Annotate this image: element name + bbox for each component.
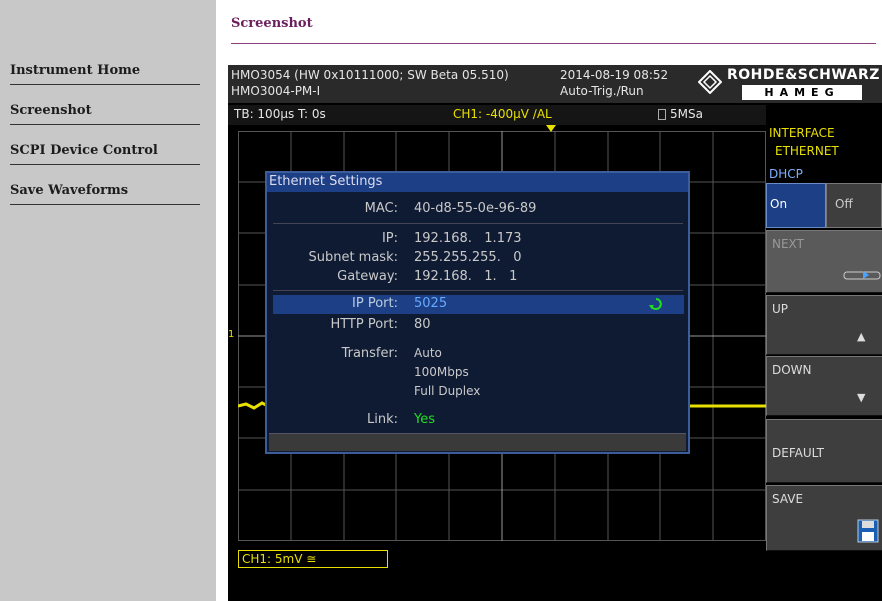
dialog-title: Ethernet Settings	[269, 174, 383, 189]
transfer-mode: Auto	[414, 346, 442, 360]
sidebar-item-save-waveforms[interactable]: Save Waveforms	[10, 183, 200, 205]
menu-title: INTERFACE	[769, 126, 835, 140]
ethernet-settings-dialog: Ethernet Settings MAC: 40-d8-55-0e-96-89…	[265, 171, 690, 454]
channel-1-scale: CH1: 5mV ≅	[242, 552, 317, 566]
subnet-label: Subnet mask:	[308, 250, 398, 265]
scope-info-bar: HMO3054 (HW 0x10111000; SW Beta 05.510) …	[228, 65, 882, 103]
dhcp-on-label: On	[770, 197, 788, 211]
sidebar-item-label: Instrument Home	[10, 63, 141, 78]
default-button[interactable]: DEFAULT	[766, 419, 882, 483]
http-port-label: HTTP Port:	[330, 317, 398, 332]
next-button[interactable]: NEXT	[766, 230, 882, 293]
sidebar-item-instrument-home[interactable]: Instrument Home	[10, 63, 200, 85]
save-label: SAVE	[772, 492, 804, 506]
datetime: 2014-08-19 08:52	[560, 68, 669, 82]
rotary-knob-icon	[649, 298, 662, 310]
link-status: Yes	[414, 412, 435, 427]
up-button[interactable]: UP ▲	[766, 295, 882, 355]
sample-rate-readout: 5MSa	[670, 107, 703, 121]
mac-value: 40-d8-55-0e-96-89	[414, 201, 537, 216]
model-variant: HMO3004-PM-I	[231, 84, 321, 98]
scope-status-bar: TB: 100µs T: 0s CH1: -400µV ∕AL 5MSa	[228, 105, 766, 125]
default-label: DEFAULT	[772, 446, 824, 460]
ip-value[interactable]: 192.168. 1.173	[414, 231, 522, 246]
divider	[273, 290, 683, 291]
next-page-icon	[843, 271, 881, 280]
transfer-speed: 100Mbps	[414, 365, 469, 379]
up-arrow-icon: ▲	[857, 330, 866, 343]
timebase-readout: TB: 100µs T: 0s	[234, 107, 326, 121]
oscilloscope-screen: HMO3054 (HW 0x10111000; SW Beta 05.510) …	[228, 65, 882, 601]
link-label: Link:	[366, 412, 398, 427]
menu-subtitle: ETHERNET	[775, 144, 839, 158]
dialog-titlebar: Ethernet Settings	[267, 173, 688, 192]
down-arrow-icon: ▼	[857, 391, 866, 404]
next-label: NEXT	[772, 237, 804, 251]
dialog-footer	[269, 433, 686, 451]
transfer-duplex: Full Duplex	[414, 384, 481, 398]
memory-icon	[658, 109, 666, 120]
up-label: UP	[772, 302, 789, 316]
trigger-readout: CH1: -400µV ∕AL	[453, 107, 552, 121]
channel-1-readout-box[interactable]: CH1: 5mV ≅	[238, 550, 388, 568]
rohde-schwarz-logo-icon	[698, 70, 722, 94]
ip-label: IP:	[381, 231, 398, 246]
save-button[interactable]: SAVE	[766, 485, 882, 551]
dhcp-on-button[interactable]: On	[766, 183, 826, 228]
dhcp-off-button[interactable]: Off	[826, 183, 882, 228]
hameg-logo: HAMEG	[742, 85, 862, 100]
sidebar-item-label: Screenshot	[10, 103, 92, 118]
page-title: Screenshot	[231, 16, 313, 31]
transfer-label: Transfer:	[341, 346, 398, 361]
sidebar-item-screenshot[interactable]: Screenshot	[10, 103, 200, 125]
http-port-value[interactable]: 80	[414, 317, 431, 332]
model-info: HMO3054 (HW 0x10111000; SW Beta 05.510)	[231, 68, 509, 82]
mac-label: MAC:	[364, 201, 398, 216]
sidebar-item-scpi-device-control[interactable]: SCPI Device Control	[10, 143, 200, 165]
sidebar-item-label: Save Waveforms	[10, 183, 129, 198]
ip-port-label: IP Port:	[352, 296, 398, 311]
floppy-disk-icon	[857, 519, 879, 543]
dhcp-label: DHCP	[769, 167, 803, 181]
trigger-position-icon	[546, 125, 556, 132]
subnet-value[interactable]: 255.255.255. 0	[414, 250, 522, 265]
title-divider	[231, 43, 876, 44]
dhcp-off-label: Off	[835, 197, 853, 211]
sidebar-item-label: SCPI Device Control	[10, 143, 158, 158]
softkey-menu: INTERFACE ETHERNET DHCP On Off NEXT UP ▲…	[766, 123, 882, 601]
gateway-value[interactable]: 192.168. 1. 1	[414, 269, 517, 284]
gateway-label: Gateway:	[337, 269, 398, 284]
trigger-mode: Auto-Trig./Run	[560, 84, 644, 98]
divider	[273, 223, 683, 224]
channel-1-marker: 1	[228, 329, 235, 340]
down-button[interactable]: DOWN ▼	[766, 356, 882, 416]
brand-name: ROHDE&SCHWARZ	[727, 67, 880, 83]
down-label: DOWN	[772, 363, 812, 377]
ip-port-value[interactable]: 5025	[414, 296, 447, 311]
sidebar: Instrument Home Screenshot SCPI Device C…	[0, 0, 216, 601]
ip-port-row[interactable]: IP Port: 5025	[273, 295, 684, 314]
